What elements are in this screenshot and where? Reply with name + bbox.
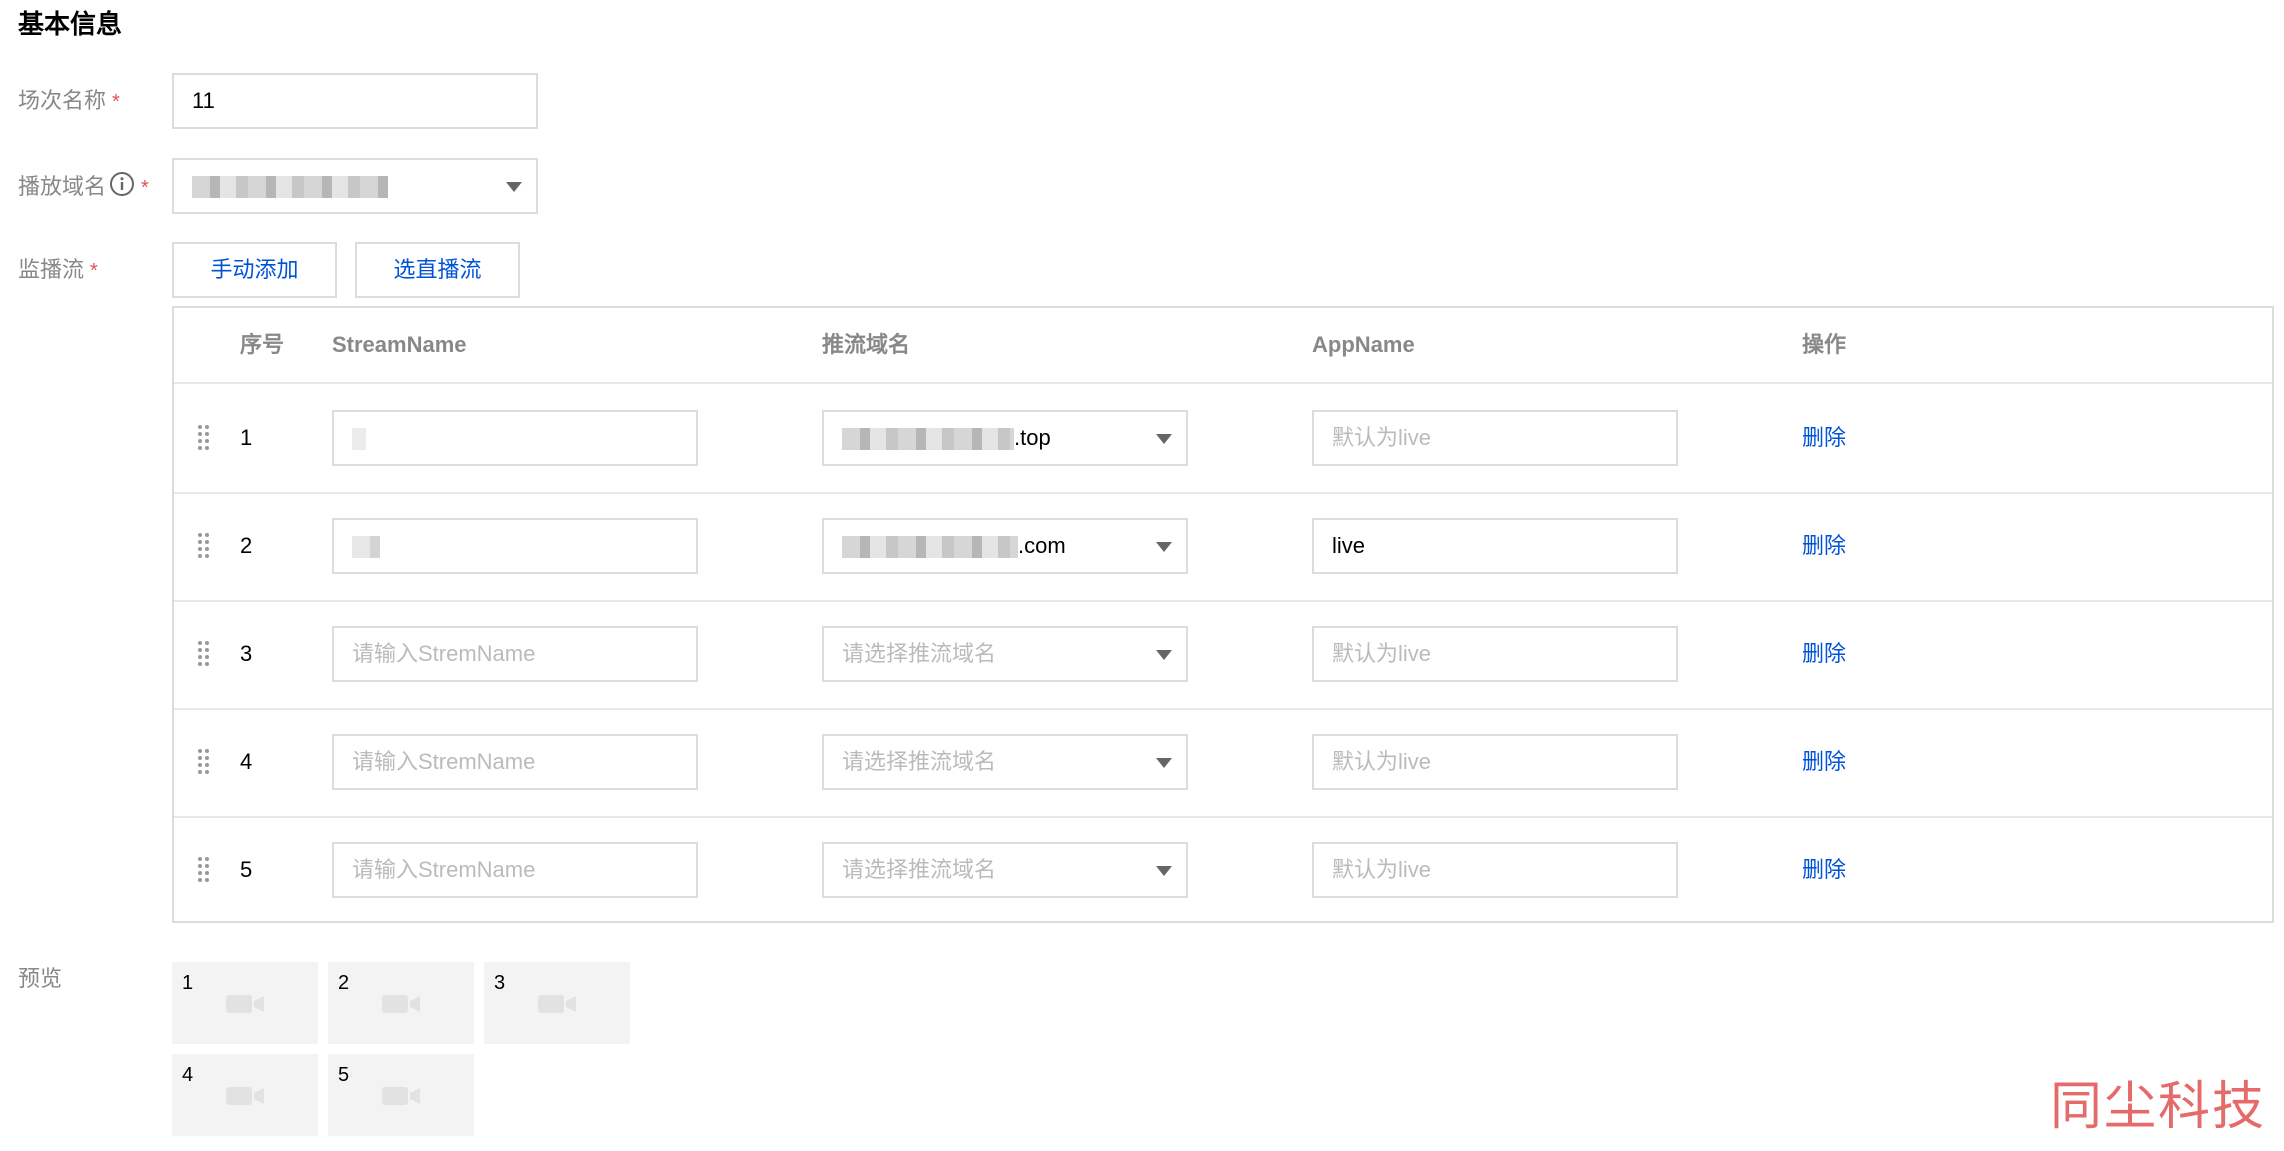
row-index: 3 [240, 641, 253, 666]
app-name-input[interactable]: live [1312, 518, 1678, 574]
delete-link[interactable]: 删除 [1802, 492, 1846, 600]
redacted-stream [352, 428, 366, 451]
preview-tile-number: 1 [182, 972, 194, 994]
app-name-input[interactable]: 默认为live [1312, 734, 1678, 790]
preview-tile-number: 5 [338, 1064, 350, 1086]
row-index: 5 [240, 857, 253, 882]
required-mark: * [90, 260, 98, 282]
manual-add-button[interactable]: 手动添加 [172, 242, 337, 298]
preview-label: 预览 [18, 966, 63, 991]
drag-handle-icon[interactable] [198, 749, 214, 775]
session-name-input[interactable]: 11 [172, 73, 538, 129]
stream-name-input[interactable] [332, 410, 698, 466]
table-row: 4 请输入StremName 请选择推流域名 默认为live 删除 [174, 708, 2272, 818]
push-domain-select[interactable]: 请选择推流域名 [822, 734, 1188, 790]
required-mark: * [141, 176, 149, 199]
app-name-input[interactable]: 默认为live [1312, 410, 1678, 466]
row-index: 4 [240, 749, 253, 774]
app-name-input[interactable]: 默认为live [1312, 842, 1678, 898]
video-camera-icon [382, 1087, 420, 1105]
delete-link[interactable]: 删除 [1802, 708, 1846, 816]
header-app-name: AppName [1312, 332, 1415, 357]
preview-tile-number: 3 [494, 972, 506, 994]
redacted-domain [842, 428, 1014, 451]
drag-handle-icon[interactable] [198, 533, 214, 559]
stream-name-input[interactable]: 请输入StremName [332, 626, 698, 682]
chevron-down-icon [1156, 434, 1172, 444]
monitor-stream-label: 监播流 * [18, 255, 98, 286]
row-index: 2 [240, 533, 253, 558]
header-index: 序号 [240, 332, 285, 357]
delete-link[interactable]: 删除 [1802, 600, 1846, 708]
monitor-stream-label-text: 监播流 [18, 257, 85, 282]
chevron-down-icon [506, 182, 522, 192]
push-domain-placeholder: 请选择推流域名 [842, 641, 997, 666]
push-domain-placeholder: 请选择推流域名 [842, 749, 997, 774]
section-title: 基本信息 [18, 9, 123, 39]
app-name-input[interactable]: 默认为live [1312, 626, 1678, 682]
chevron-down-icon [1156, 866, 1172, 876]
push-domain-select[interactable]: .top [822, 410, 1188, 466]
table-row: 5 请输入StremName 请选择推流域名 默认为live 删除 [174, 816, 2272, 924]
select-live-stream-button[interactable]: 选直播流 [355, 242, 520, 298]
table-header: 序号 StreamName 推流域名 AppName 操作 [174, 308, 2272, 384]
play-domain-select[interactable] [172, 158, 538, 214]
session-name-label-text: 场次名称 [18, 88, 107, 113]
preview-tile[interactable]: 2 [328, 962, 474, 1044]
video-camera-icon [226, 995, 264, 1013]
push-domain-suffix: .top [1014, 425, 1051, 450]
redacted-domain [192, 176, 388, 199]
table-row: 3 请输入StremName 请选择推流域名 默认为live 删除 [174, 600, 2272, 710]
table-row: 1 .top 默认为live 删除 [174, 384, 2272, 494]
drag-handle-icon[interactable] [198, 425, 214, 451]
chevron-down-icon [1156, 542, 1172, 552]
stream-name-input[interactable]: 请输入StremName [332, 734, 698, 790]
preview-tile[interactable]: 3 [484, 962, 630, 1044]
preview-tile[interactable]: 4 [172, 1054, 318, 1136]
preview-tile-number: 2 [338, 972, 350, 994]
video-camera-icon [226, 1087, 264, 1105]
session-name-label: 场次名称 * [18, 86, 120, 117]
push-domain-select[interactable]: 请选择推流域名 [822, 626, 1188, 682]
delete-link[interactable]: 删除 [1802, 816, 1846, 924]
drag-handle-icon[interactable] [198, 641, 214, 667]
row-index: 1 [240, 425, 253, 450]
chevron-down-icon [1156, 758, 1172, 768]
header-push-domain: 推流域名 [822, 332, 911, 357]
push-domain-select[interactable]: .com [822, 518, 1188, 574]
preview-tile[interactable]: 1 [172, 962, 318, 1044]
watermark: 同尘科技 [2049, 1077, 2266, 1137]
header-action: 操作 [1802, 332, 1847, 357]
video-camera-icon [382, 995, 420, 1013]
table-row: 2 .com live 删除 [174, 492, 2272, 602]
header-stream-name: StreamName [332, 332, 467, 357]
preview-tile-number: 4 [182, 1064, 194, 1086]
video-camera-icon [538, 995, 576, 1013]
preview-tile[interactable]: 5 [328, 1054, 474, 1136]
monitor-stream-table: 序号 StreamName 推流域名 AppName 操作 1 .top 默认为… [172, 306, 2274, 923]
required-mark: * [112, 91, 120, 113]
push-domain-select[interactable]: 请选择推流域名 [822, 842, 1188, 898]
chevron-down-icon [1156, 650, 1172, 660]
stream-name-input[interactable]: 请输入StremName [332, 842, 698, 898]
redacted-domain [842, 536, 1018, 559]
redacted-stream [352, 536, 380, 559]
delete-link[interactable]: 删除 [1802, 384, 1846, 492]
info-icon[interactable] [109, 171, 135, 205]
push-domain-placeholder: 请选择推流域名 [842, 857, 997, 882]
drag-handle-icon[interactable] [198, 857, 214, 883]
stream-name-input[interactable] [332, 518, 698, 574]
play-domain-label-text: 播放域名 [18, 173, 107, 199]
play-domain-label: 播放域名 * [18, 171, 149, 205]
push-domain-suffix: .com [1018, 533, 1066, 558]
